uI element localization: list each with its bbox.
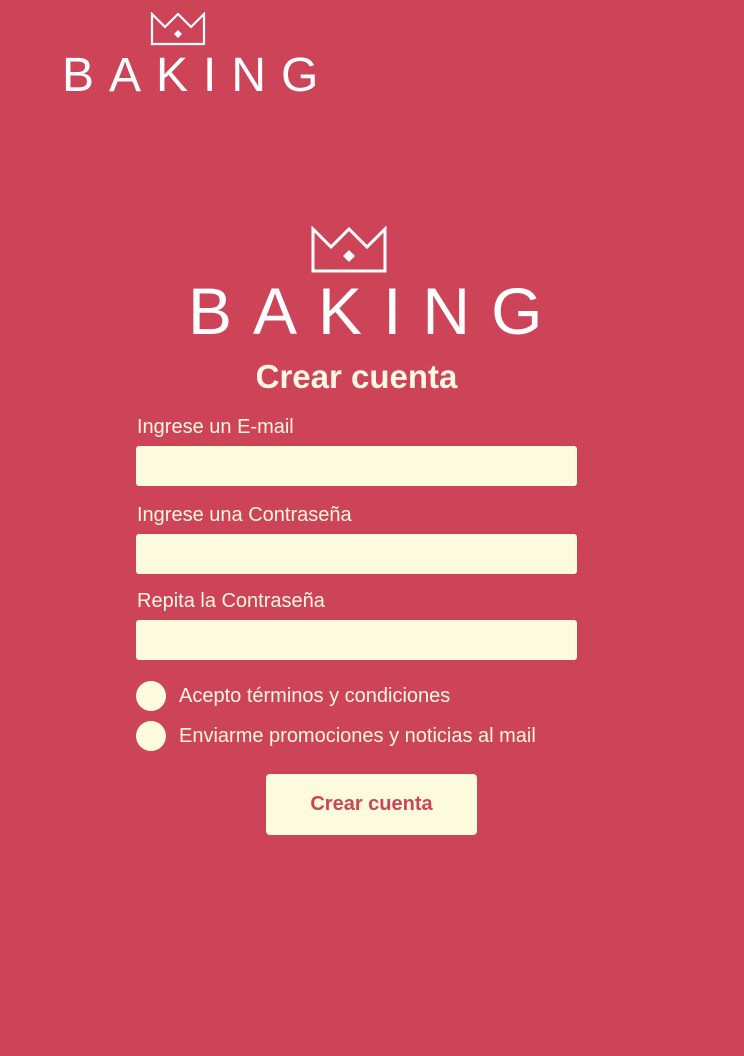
brand-wordmark: BAKING bbox=[188, 274, 564, 348]
brand-wordmark: BAKING bbox=[62, 49, 334, 102]
repeat-password-field[interactable] bbox=[136, 620, 577, 660]
terms-option[interactable]: Acepto términos y condiciones bbox=[136, 681, 450, 711]
crown-icon bbox=[311, 226, 387, 273]
terms-radio[interactable] bbox=[136, 681, 166, 711]
crown-icon bbox=[150, 12, 206, 46]
promo-radio[interactable] bbox=[136, 721, 166, 751]
email-field[interactable] bbox=[136, 446, 577, 486]
password-label: Ingrese una Contraseña bbox=[137, 504, 352, 526]
terms-label: Acepto términos y condiciones bbox=[179, 684, 451, 707]
form-logo: BAKING bbox=[188, 226, 542, 344]
promo-option[interactable]: Enviarme promociones y noticias al mail bbox=[136, 721, 536, 751]
header-logo[interactable]: BAKING bbox=[62, 12, 318, 100]
email-label: Ingrese un E-mail bbox=[137, 416, 294, 438]
page-title: Crear cuenta bbox=[255, 358, 458, 395]
repeat-password-label: Repita la Contraseña bbox=[137, 590, 325, 612]
promo-label: Enviarme promociones y noticias al mail bbox=[179, 724, 536, 747]
create-account-button[interactable]: Crear cuenta bbox=[266, 774, 477, 835]
password-field[interactable] bbox=[136, 534, 577, 574]
